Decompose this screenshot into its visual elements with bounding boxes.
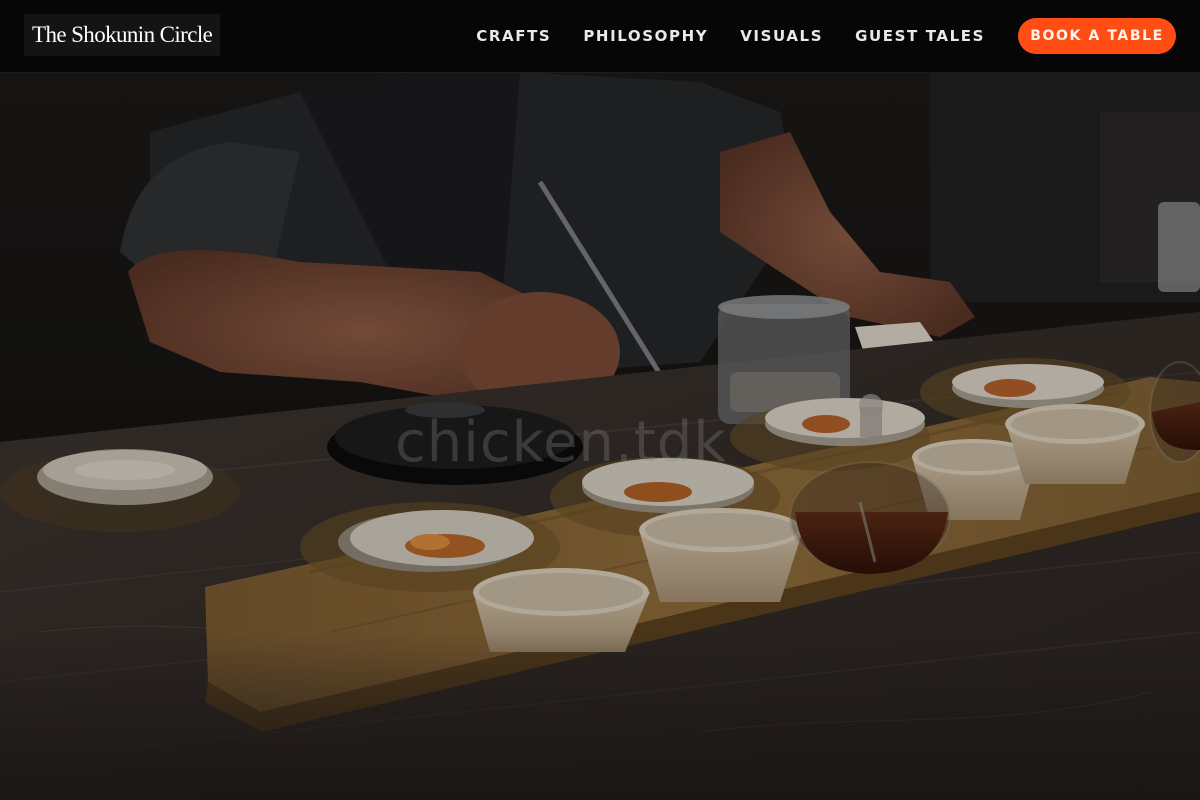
hero-section: chicken.tdk (0, 72, 1200, 800)
brand-logo[interactable]: The Shokunin Circle (24, 14, 221, 56)
nav-item-philosophy[interactable]: PHILOSOPHY (583, 27, 708, 45)
nav-item-guest-tales[interactable]: GUEST TALES (855, 27, 985, 45)
site-header: The Shokunin Circle CRAFTS PHILOSOPHY VI… (0, 0, 1200, 73)
nav-item-crafts[interactable]: CRAFTS (476, 27, 551, 45)
main-nav: CRAFTS PHILOSOPHY VISUALS GUEST TALES (476, 0, 985, 72)
watermark-text: chicken.tdk (395, 410, 727, 475)
book-a-table-button[interactable]: BOOK A TABLE (1018, 18, 1176, 54)
nav-item-visuals[interactable]: VISUALS (740, 27, 823, 45)
